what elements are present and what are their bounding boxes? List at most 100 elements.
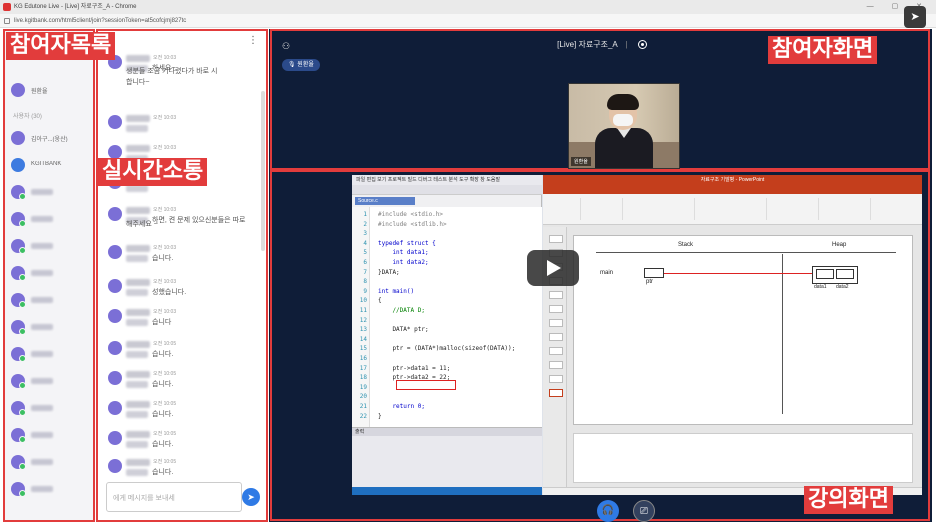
message-text: 습니다. bbox=[152, 441, 174, 448]
avatar bbox=[108, 145, 122, 159]
pointer-arrow bbox=[664, 273, 812, 274]
line-number: 1 bbox=[363, 211, 367, 218]
code-line: { bbox=[378, 297, 382, 305]
more-options-icon[interactable]: ⋮ bbox=[248, 35, 258, 46]
address-bar[interactable]: live.kgitbank.com/html5client/join?sessi… bbox=[0, 14, 936, 28]
line-number: 19 bbox=[359, 383, 367, 391]
slide-canvas: Stack Heap main ptr data1 data2 bbox=[573, 235, 913, 425]
message-time: 오전 10:05 bbox=[153, 401, 177, 407]
stack-label: Stack bbox=[678, 242, 694, 248]
presenter-name: 원환율 bbox=[297, 62, 314, 68]
redacted-sender bbox=[126, 371, 150, 378]
slide-thumbnail[interactable] bbox=[549, 375, 563, 383]
cam-person-mask bbox=[613, 114, 633, 126]
avatar bbox=[108, 115, 122, 129]
avatar bbox=[108, 459, 122, 473]
main-area: ⚇ [Live] 자료구조_A | 🎙 원환율 원환율 파일 편집 보기 프로젝… bbox=[269, 29, 932, 522]
redacted-text bbox=[126, 351, 148, 358]
avatar bbox=[11, 266, 26, 281]
slide-thumbnail[interactable] bbox=[549, 291, 563, 299]
redacted-sender bbox=[126, 401, 150, 408]
chat-input[interactable]: 에게 메시지를 보내세 bbox=[106, 482, 242, 512]
participant-item[interactable] bbox=[11, 293, 91, 308]
participant-item[interactable] bbox=[11, 185, 91, 200]
participant-item[interactable] bbox=[11, 401, 91, 416]
redacted-name bbox=[31, 378, 53, 384]
participant-item[interactable] bbox=[11, 266, 91, 281]
redacted-name bbox=[31, 459, 53, 465]
participant-item[interactable] bbox=[11, 374, 91, 389]
visual-studio-window: 파일 편집 보기 프로젝트 빌드 디버그 테스트 분석 도구 확장 창 도움말 … bbox=[352, 175, 542, 495]
shared-screen[interactable]: 파일 편집 보기 프로젝트 빌드 디버그 테스트 분석 도구 확장 창 도움말 … bbox=[352, 175, 922, 495]
redacted-sender bbox=[126, 55, 150, 62]
line-number: 8 bbox=[363, 278, 367, 286]
play-button[interactable] bbox=[527, 250, 579, 286]
redacted-name bbox=[31, 351, 53, 357]
chat-panel: ⋮ 오전 10:03 하세요~ 생분들 조금 기다렸다가 바로 시 합니다~ 오전 10… bbox=[96, 29, 268, 522]
share-button[interactable]: ➤ bbox=[904, 6, 926, 28]
record-icon[interactable] bbox=[637, 40, 647, 50]
slide-thumbnail[interactable] bbox=[549, 305, 563, 313]
avatar bbox=[11, 482, 26, 497]
slide-thumbnail[interactable] bbox=[549, 361, 563, 369]
line-number: 3 bbox=[363, 230, 367, 238]
overlay-participants-label: 참여자목록 bbox=[6, 32, 116, 60]
audio-button[interactable]: 🎧 bbox=[597, 500, 619, 522]
redacted-name bbox=[31, 432, 53, 438]
video-button[interactable]: ⎚ bbox=[633, 500, 655, 522]
lecture-view: 파일 편집 보기 프로젝트 빌드 디버그 테스트 분석 도구 확장 창 도움말 … bbox=[270, 170, 930, 522]
slide-thumbnail[interactable] bbox=[549, 347, 563, 355]
avatar bbox=[11, 131, 25, 145]
moderator-item[interactable]: 원환율 bbox=[11, 83, 91, 97]
message-text: 하면, 켠 문제 있으신분들은 따로 bbox=[152, 217, 246, 224]
avatar bbox=[108, 279, 122, 293]
redacted-name bbox=[31, 297, 53, 303]
slide-thumbnail-active[interactable] bbox=[549, 389, 563, 397]
participant-list-panel: 원환율 사용자 (30) 김아구...(웅산) KGITBANK bbox=[3, 29, 95, 522]
participant-item[interactable] bbox=[11, 428, 91, 443]
avatar bbox=[108, 207, 122, 221]
avatar bbox=[11, 239, 26, 254]
avatar bbox=[11, 374, 26, 389]
vs-status-bar bbox=[352, 487, 542, 495]
code-line: DATA* ptr; bbox=[378, 326, 429, 334]
participant-item[interactable] bbox=[11, 455, 91, 470]
moderator-name: 원환율 bbox=[31, 89, 48, 94]
avatar bbox=[11, 401, 26, 416]
line-number: 5 bbox=[363, 249, 367, 257]
code-line: int main() bbox=[378, 287, 415, 295]
participant-item[interactable] bbox=[11, 320, 91, 335]
slide-thumbnail[interactable] bbox=[549, 235, 563, 243]
message-time: 오전 10:03 bbox=[153, 309, 177, 315]
url-text[interactable]: live.kgitbank.com/html5client/join?sessi… bbox=[14, 18, 186, 24]
redacted-sender bbox=[126, 459, 150, 466]
message-time: 오전 10:03 bbox=[153, 279, 177, 285]
avatar bbox=[108, 341, 122, 355]
participant-item[interactable] bbox=[11, 212, 91, 227]
ptr-label: ptr bbox=[646, 279, 654, 285]
webcam-video[interactable]: 원환율 bbox=[568, 83, 680, 169]
chat-scrollbar[interactable] bbox=[261, 91, 265, 251]
code-editor: 1 #include <stdio.h> 2 #include <stdlib.h> 3… bbox=[352, 207, 542, 427]
participant-item[interactable]: 김아구...(웅산) bbox=[11, 131, 91, 145]
slide-thumbnail[interactable] bbox=[549, 319, 563, 327]
participant-item[interactable] bbox=[11, 482, 91, 497]
vs-output-title: 출력 bbox=[352, 428, 542, 436]
overlay-chat-label: 실시간소통 bbox=[98, 158, 208, 186]
slide-notes[interactable] bbox=[573, 433, 913, 483]
send-button[interactable]: ➤ bbox=[242, 488, 260, 506]
vs-editor-tab: Source.c bbox=[355, 197, 415, 205]
participant-item[interactable] bbox=[11, 347, 91, 362]
message-text: 해주세요 ~ bbox=[126, 221, 158, 228]
powerpoint-window: 자료구조 기말평 - PowerPoint Stack Heap main pt… bbox=[543, 175, 922, 495]
data1-box bbox=[816, 269, 834, 279]
main-label: main bbox=[600, 270, 614, 276]
participant-item[interactable]: KGITBANK bbox=[11, 158, 91, 172]
participant-item[interactable] bbox=[11, 239, 91, 254]
redacted-sender bbox=[126, 279, 150, 286]
message-time: 오전 10:05 bbox=[153, 431, 177, 437]
line-number: 17 bbox=[359, 364, 367, 372]
slide-thumbnail[interactable] bbox=[549, 333, 563, 341]
line-number: 10 bbox=[359, 297, 367, 305]
code-line: typedef struct { bbox=[378, 239, 436, 247]
